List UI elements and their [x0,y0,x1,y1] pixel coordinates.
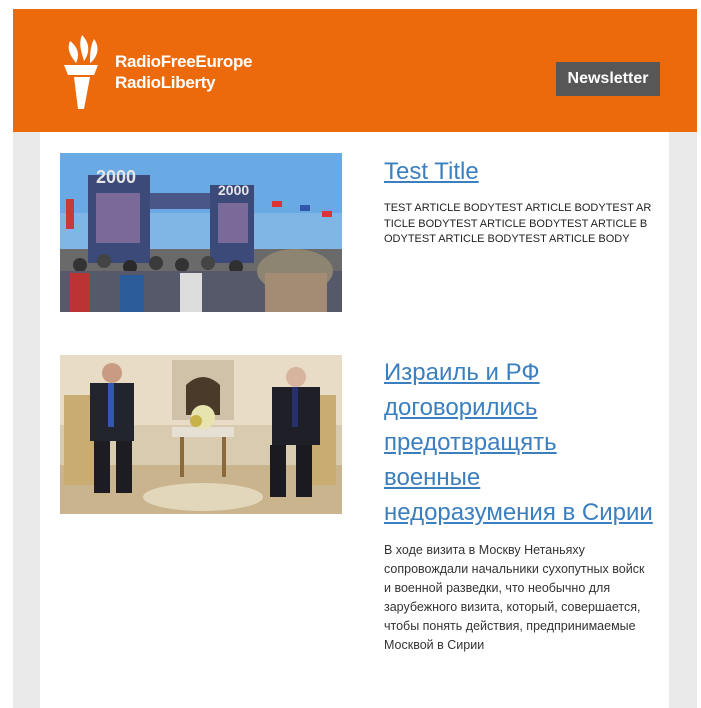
article-text: Израиль и РФ договорились предотвращять … [384,355,654,655]
content-area: 2000 2000 Test Title TEST ARTICLE BODYTE… [40,132,669,708]
logo-line-2: RadioLiberty [115,73,216,92]
right-gutter [669,132,697,708]
gate-sign-right: 2000 [218,182,249,198]
article-title-link[interactable]: Test Title [384,157,654,187]
article-title-link[interactable]: Израиль и РФ договорились предотвращять … [384,355,654,530]
header-bar: RadioFreeEurope RadioLiberty Newsletter [13,9,697,132]
article-text: Test Title TEST ARTICLE BODYTEST ARTICLE… [384,153,654,248]
gate-sign-left: 2000 [96,167,136,187]
rferl-logo[interactable]: RadioFreeEurope RadioLiberty [60,31,275,111]
article-image-meeting[interactable] [60,355,342,514]
logo-line-1: RadioFreeEurope [115,52,253,71]
article-body: TEST ARTICLE BODYTEST ARTICLE BODYTEST A… [384,202,652,245]
meeting-photo [60,355,342,514]
newsletter-page: RadioFreeEurope RadioLiberty Newsletter [0,0,701,708]
left-gutter [13,132,40,708]
article-body: В ходе визита в Москву Нетаньяху сопрово… [384,543,645,652]
newsletter-button[interactable]: Newsletter [556,62,660,96]
festival-photo: 2000 2000 [60,153,342,312]
logo-wordmark: RadioFreeEurope RadioLiberty [115,51,253,93]
torch-icon [64,35,98,109]
article-image-festival[interactable]: 2000 2000 [60,153,342,312]
